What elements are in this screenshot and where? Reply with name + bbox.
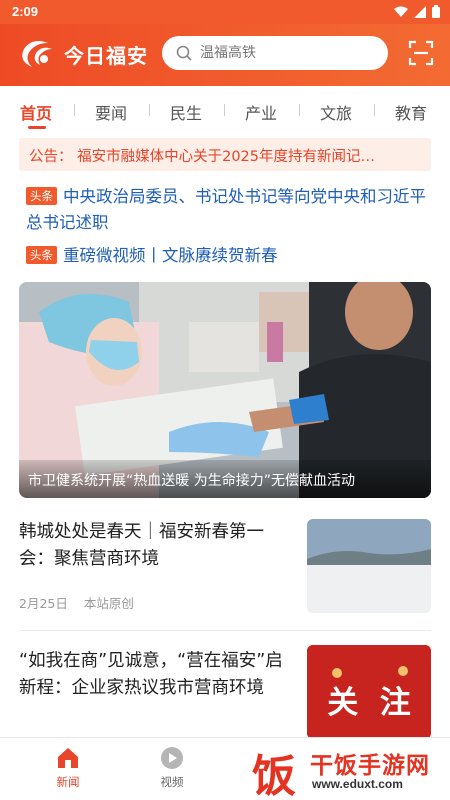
news-thumbnail: 关 注 (307, 645, 431, 739)
search-box[interactable] (162, 36, 388, 70)
news-list-item[interactable]: 韩城处处是春天｜福安新春第一会：聚焦营商环境 2月25日 本站原创 (19, 519, 431, 615)
tab-divider (299, 104, 300, 116)
logo-swoosh-icon (22, 41, 52, 67)
headline-item[interactable]: 头条 重磅微视频丨文脉赓续贺新春 (26, 243, 426, 269)
headline-text: 重磅微视频丨文脉赓续贺新春 (63, 246, 278, 265)
headline-tag: 头条 (26, 246, 57, 264)
tab-divider (149, 104, 150, 116)
nav-video[interactable]: 视频 (142, 746, 202, 790)
tab-education[interactable]: 教育 (395, 100, 427, 124)
notice-text: 公告： 福安市融媒体中心关于2025年度持有新闻记… (29, 149, 376, 165)
thumbnail-caption: 关 注 (327, 685, 411, 721)
app-header: 今日福安 (0, 24, 450, 86)
nav-video-label: 视频 (160, 775, 184, 789)
nav-news[interactable]: 新闻 (38, 746, 98, 790)
news-meta: 2月25日 本站原创 (19, 593, 134, 612)
headline-item[interactable]: 头条 中央政治局委员、书记处书记等向党中央和习近平总书记述职 (26, 184, 426, 236)
status-time: 2:09 (12, 4, 39, 19)
search-input[interactable] (200, 45, 360, 61)
notice-bar[interactable]: 公告： 福安市融媒体中心关于2025年度持有新闻记… (19, 138, 431, 171)
tab-indicator (28, 126, 46, 129)
app-logo: 今日福安 (18, 37, 148, 71)
system-icons (394, 5, 440, 18)
tab-divider (374, 104, 375, 116)
wifi-icon (394, 6, 408, 17)
headline-tag: 头条 (26, 187, 57, 205)
watermark-logo: 饭 干饭手游网 www.eduxt.com (248, 740, 448, 800)
watermark-url: www.eduxt.com (312, 777, 403, 791)
search-icon (176, 45, 192, 61)
news-title: 韩城处处是春天｜福安新春第一会：聚焦营商环境 (19, 522, 264, 569)
banner-image[interactable]: 市卫健系统开展“热血送暖 为生命接力”无偿献血活动 (19, 282, 431, 498)
headline-text: 中央政治局委员、书记处书记等向党中央和习近平总书记述职 (26, 187, 426, 232)
news-list-item[interactable]: “如我在商”见诚意，“营在福安”启新程：企业家热议我市营商环境 关 注 (19, 645, 431, 739)
logo-text: 今日福安 (64, 43, 148, 68)
watermark-name: 干饭手游网 (310, 753, 430, 779)
home-icon (58, 748, 78, 768)
watermark-char: 饭 (252, 751, 296, 800)
landscape-thumbnail (307, 519, 431, 613)
news-date: 2月25日 (19, 596, 68, 611)
scan-icon[interactable] (408, 40, 434, 66)
play-icon (161, 747, 183, 769)
tab-home[interactable]: 首页 (20, 100, 52, 124)
tab-divider (224, 104, 225, 116)
tab-headlines[interactable]: 要闻 (95, 100, 127, 124)
tab-livelihood[interactable]: 民生 (170, 100, 202, 124)
news-thumbnail (307, 519, 431, 613)
tab-industry[interactable]: 产业 (245, 100, 277, 124)
news-title: “如我在商”见诚意，“营在福安”启新程：企业家热议我市营商环境 (19, 651, 283, 698)
category-tabs: 首页 要闻 民生 产业 文旅 教育 (0, 90, 450, 130)
tab-culture-tourism[interactable]: 文旅 (320, 100, 352, 124)
battery-icon (432, 5, 440, 18)
tab-divider (74, 104, 75, 116)
nav-news-label: 新闻 (56, 775, 80, 789)
list-divider (19, 630, 431, 631)
banner-caption: 市卫健系统开展“热血送暖 为生命接力”无偿献血活动 (19, 460, 431, 498)
status-bar: 2:09 (0, 0, 450, 24)
news-source: 本站原创 (83, 596, 134, 611)
signal-icon (414, 5, 426, 18)
